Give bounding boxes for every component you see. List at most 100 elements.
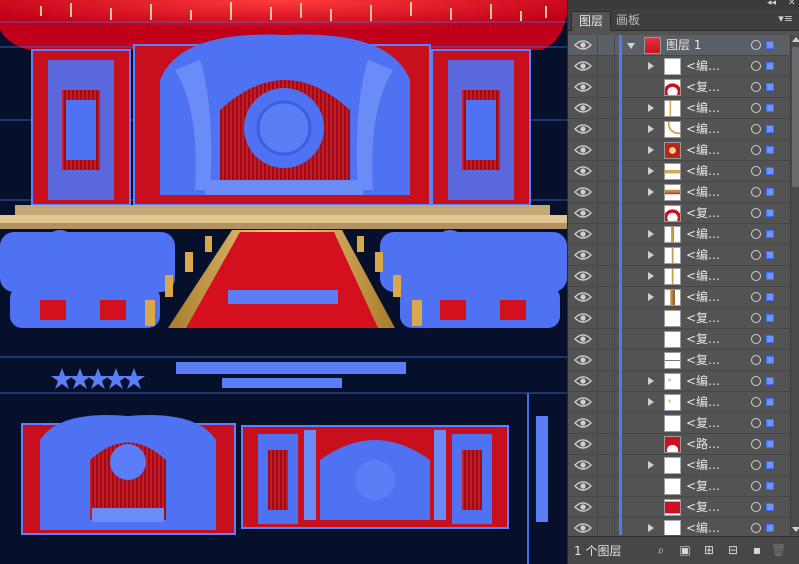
layer-row[interactable]: <复… bbox=[568, 497, 790, 518]
target-circle-icon[interactable] bbox=[751, 355, 761, 365]
selection-indicator[interactable] bbox=[766, 314, 774, 322]
target-circle-icon[interactable] bbox=[751, 439, 761, 449]
target-circle-icon[interactable] bbox=[751, 481, 761, 491]
target-circle-icon[interactable] bbox=[751, 103, 761, 113]
selection-indicator[interactable] bbox=[766, 125, 774, 133]
expand-triangle-icon[interactable] bbox=[648, 104, 654, 112]
lock-toggle[interactable] bbox=[597, 203, 615, 223]
collapse-triangle-icon[interactable] bbox=[627, 43, 635, 49]
layer-row[interactable]: <编… bbox=[568, 140, 790, 161]
layer-name[interactable]: <复… bbox=[686, 310, 720, 327]
lock-toggle[interactable] bbox=[597, 182, 615, 202]
layer-row[interactable]: <复… bbox=[568, 329, 790, 350]
make-clipping-mask-icon[interactable]: ▣ bbox=[678, 543, 692, 557]
expand-triangle-icon[interactable] bbox=[648, 230, 654, 238]
expand-triangle-icon[interactable] bbox=[648, 272, 654, 280]
expand-triangle-icon[interactable] bbox=[648, 377, 654, 385]
layer-name[interactable]: <复… bbox=[686, 352, 720, 369]
selection-indicator[interactable] bbox=[766, 167, 774, 175]
lock-toggle[interactable] bbox=[597, 140, 615, 160]
lock-toggle[interactable] bbox=[597, 434, 615, 454]
expand-triangle-icon[interactable] bbox=[648, 62, 654, 70]
visibility-eye-icon[interactable] bbox=[574, 185, 592, 199]
panel-menu-button[interactable]: ▾≡ bbox=[778, 12, 793, 25]
delete-icon[interactable]: 🗑 bbox=[771, 543, 786, 557]
flower-stands-right[interactable] bbox=[380, 230, 567, 328]
visibility-eye-icon[interactable] bbox=[574, 101, 592, 115]
target-circle-icon[interactable] bbox=[751, 187, 761, 197]
visibility-eye-icon[interactable] bbox=[574, 437, 592, 451]
expand-triangle-icon[interactable] bbox=[648, 461, 654, 469]
lock-toggle[interactable] bbox=[597, 371, 615, 391]
layer-row[interactable]: <编… bbox=[568, 371, 790, 392]
expand-triangle-icon[interactable] bbox=[648, 125, 654, 133]
lock-toggle[interactable] bbox=[597, 56, 615, 76]
visibility-eye-icon[interactable] bbox=[574, 458, 592, 472]
title-text-outlines[interactable] bbox=[176, 362, 406, 388]
backdrop-right-panel[interactable] bbox=[431, 49, 531, 206]
layer-name[interactable]: <编… bbox=[686, 268, 720, 285]
lock-toggle[interactable] bbox=[597, 476, 615, 496]
scroll-down-arrow-icon[interactable] bbox=[792, 527, 799, 532]
selection-indicator[interactable] bbox=[766, 272, 774, 280]
expand-triangle-icon[interactable] bbox=[648, 146, 654, 154]
layer-name[interactable]: <复… bbox=[686, 415, 720, 432]
layer-name[interactable]: <编… bbox=[686, 520, 720, 535]
layer-row[interactable]: <编… bbox=[568, 455, 790, 476]
stage-platform[interactable] bbox=[0, 205, 567, 229]
target-circle-icon[interactable] bbox=[751, 145, 761, 155]
layer-name[interactable]: <复… bbox=[686, 79, 720, 96]
target-circle-icon[interactable] bbox=[751, 313, 761, 323]
visibility-eye-icon[interactable] bbox=[574, 269, 592, 283]
selection-indicator[interactable] bbox=[766, 146, 774, 154]
target-circle-icon[interactable] bbox=[751, 334, 761, 344]
visibility-eye-icon[interactable] bbox=[574, 143, 592, 157]
expand-triangle-icon[interactable] bbox=[648, 524, 654, 532]
expand-triangle-icon[interactable] bbox=[648, 167, 654, 175]
lock-toggle[interactable] bbox=[597, 35, 615, 55]
panel-title-bar[interactable]: ◂◂ ✕ bbox=[568, 0, 799, 9]
visibility-eye-icon[interactable] bbox=[574, 374, 592, 388]
selection-indicator[interactable] bbox=[766, 293, 774, 301]
target-circle-icon[interactable] bbox=[751, 82, 761, 92]
layer-row[interactable]: <复… bbox=[568, 476, 790, 497]
layers-scrollbar[interactable] bbox=[790, 35, 799, 535]
selection-indicator[interactable] bbox=[766, 335, 774, 343]
expand-triangle-icon[interactable] bbox=[648, 251, 654, 259]
selection-indicator[interactable] bbox=[766, 41, 774, 49]
layer-row[interactable]: <编… bbox=[568, 518, 790, 535]
target-circle-icon[interactable] bbox=[751, 124, 761, 134]
selection-indicator[interactable] bbox=[766, 419, 774, 427]
target-circle-icon[interactable] bbox=[751, 502, 761, 512]
target-circle-icon[interactable] bbox=[751, 418, 761, 428]
expand-triangle-icon[interactable] bbox=[648, 293, 654, 301]
visibility-eye-icon[interactable] bbox=[574, 38, 592, 52]
visibility-eye-icon[interactable] bbox=[574, 521, 592, 535]
layer-name[interactable]: <编… bbox=[686, 373, 720, 390]
target-circle-icon[interactable] bbox=[751, 61, 761, 71]
visibility-eye-icon[interactable] bbox=[574, 80, 592, 94]
layer-row[interactable]: <编… bbox=[568, 392, 790, 413]
selection-indicator[interactable] bbox=[766, 482, 774, 490]
layer-row[interactable]: <复… bbox=[568, 77, 790, 98]
selection-indicator[interactable] bbox=[766, 398, 774, 406]
visibility-eye-icon[interactable] bbox=[574, 479, 592, 493]
layer-name[interactable]: <编… bbox=[686, 121, 720, 138]
selection-indicator[interactable] bbox=[766, 83, 774, 91]
layer-name[interactable]: <编… bbox=[686, 289, 720, 306]
preview-right-stage[interactable] bbox=[241, 425, 509, 529]
layer-row[interactable]: <复… bbox=[568, 350, 790, 371]
lock-toggle[interactable] bbox=[597, 98, 615, 118]
lock-toggle[interactable] bbox=[597, 497, 615, 517]
layer-name[interactable]: <编… bbox=[686, 100, 720, 117]
lock-toggle[interactable] bbox=[597, 77, 615, 97]
layer-name[interactable]: 图层 1 bbox=[666, 37, 701, 54]
visibility-eye-icon[interactable] bbox=[574, 290, 592, 304]
search-icon[interactable]: ⌕ bbox=[654, 543, 668, 557]
layer-name[interactable]: <编… bbox=[686, 184, 720, 201]
selection-indicator[interactable] bbox=[766, 461, 774, 469]
scrollbar-thumb[interactable] bbox=[792, 47, 799, 187]
lock-toggle[interactable] bbox=[597, 413, 615, 433]
layer-row[interactable]: <编… bbox=[568, 119, 790, 140]
layer-name[interactable]: <复… bbox=[686, 331, 720, 348]
